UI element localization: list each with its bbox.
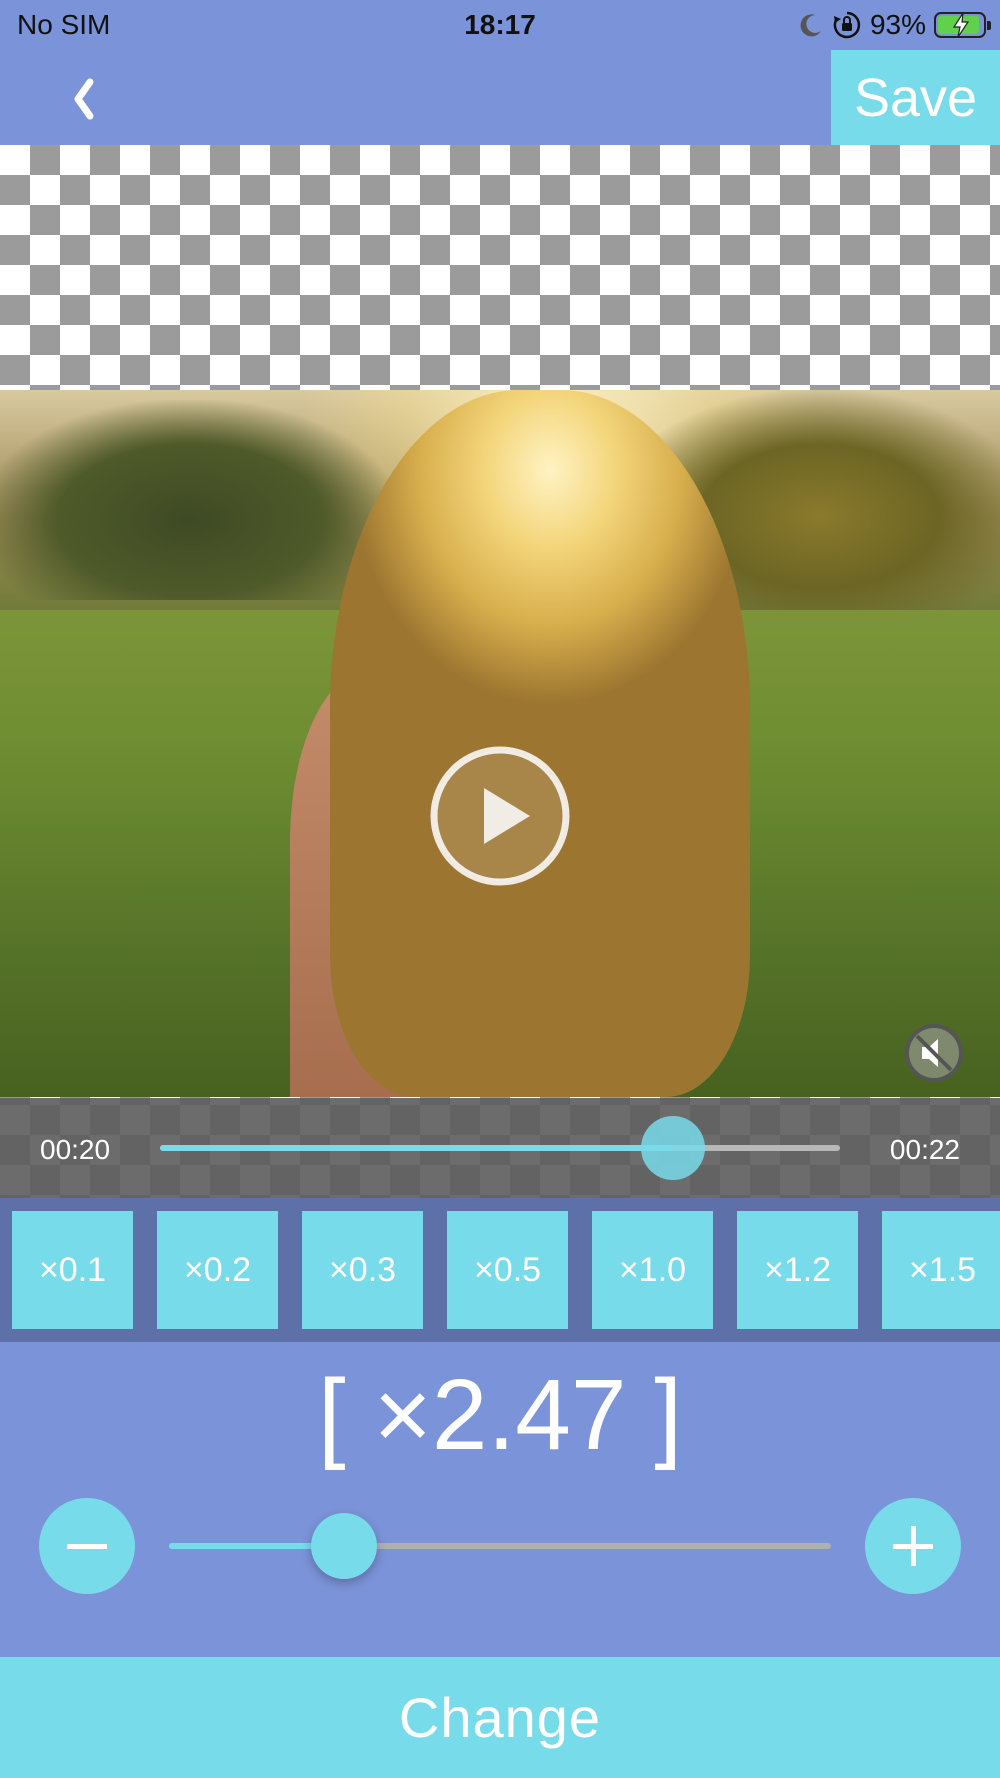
speed-preset-button[interactable]: ×1.2 xyxy=(737,1211,858,1329)
timeline-track[interactable] xyxy=(160,1116,840,1180)
speaker-muted-icon[interactable] xyxy=(903,1022,965,1084)
timeline-thumb[interactable] xyxy=(641,1116,706,1180)
battery-charging-icon xyxy=(934,12,991,38)
speed-preset-button[interactable]: ×0.1 xyxy=(12,1211,133,1329)
minus-icon[interactable] xyxy=(39,1498,135,1594)
orientation-lock-icon xyxy=(833,11,861,39)
status-indicators: 93% xyxy=(798,8,991,42)
change-button[interactable]: Change xyxy=(0,1657,1000,1778)
battery-percent: 93% xyxy=(869,9,926,40)
moon-icon xyxy=(800,14,821,37)
playback-timeline: 00:20 00:22 xyxy=(0,1098,1000,1198)
timeline-progress xyxy=(160,1145,674,1151)
speed-preset-button[interactable]: ×0.3 xyxy=(302,1211,423,1329)
plus-icon[interactable] xyxy=(865,1498,961,1594)
speed-preset-button[interactable]: ×1.5 xyxy=(882,1211,1000,1329)
current-time: 00:20 xyxy=(40,1134,111,1165)
video-trees-left xyxy=(0,400,400,600)
speed-preset-list: ×0.1 ×0.2 ×0.3 ×0.5 ×1.0 ×1.2 ×1.5 xyxy=(12,1211,1000,1329)
battery-tip xyxy=(987,21,991,30)
bolt-icon xyxy=(952,13,970,37)
save-button[interactable]: Save xyxy=(831,50,1000,145)
top-navigation-bar: Save xyxy=(0,50,1000,145)
back-button[interactable] xyxy=(60,68,110,128)
video-preview[interactable] xyxy=(0,390,1000,1097)
speed-preset-button[interactable]: ×1.0 xyxy=(592,1211,713,1329)
chevron-left-icon xyxy=(74,78,94,120)
speed-slider[interactable] xyxy=(169,1513,831,1579)
speed-slider-thumb[interactable] xyxy=(310,1513,377,1579)
video-canvas xyxy=(0,145,1000,1098)
speed-value-label: [ ×2.47 ] xyxy=(317,1359,683,1471)
end-time: 00:22 xyxy=(889,1134,960,1165)
play-icon[interactable] xyxy=(428,744,572,888)
speed-preset-button[interactable]: ×0.2 xyxy=(157,1211,278,1329)
speed-preset-button[interactable]: ×0.5 xyxy=(447,1211,568,1329)
status-bar: No SIM 18:17 93% xyxy=(0,0,1000,50)
speed-preset-bar: ×0.1 ×0.2 ×0.3 ×0.5 ×1.0 ×1.2 ×1.5 xyxy=(0,1198,1000,1342)
